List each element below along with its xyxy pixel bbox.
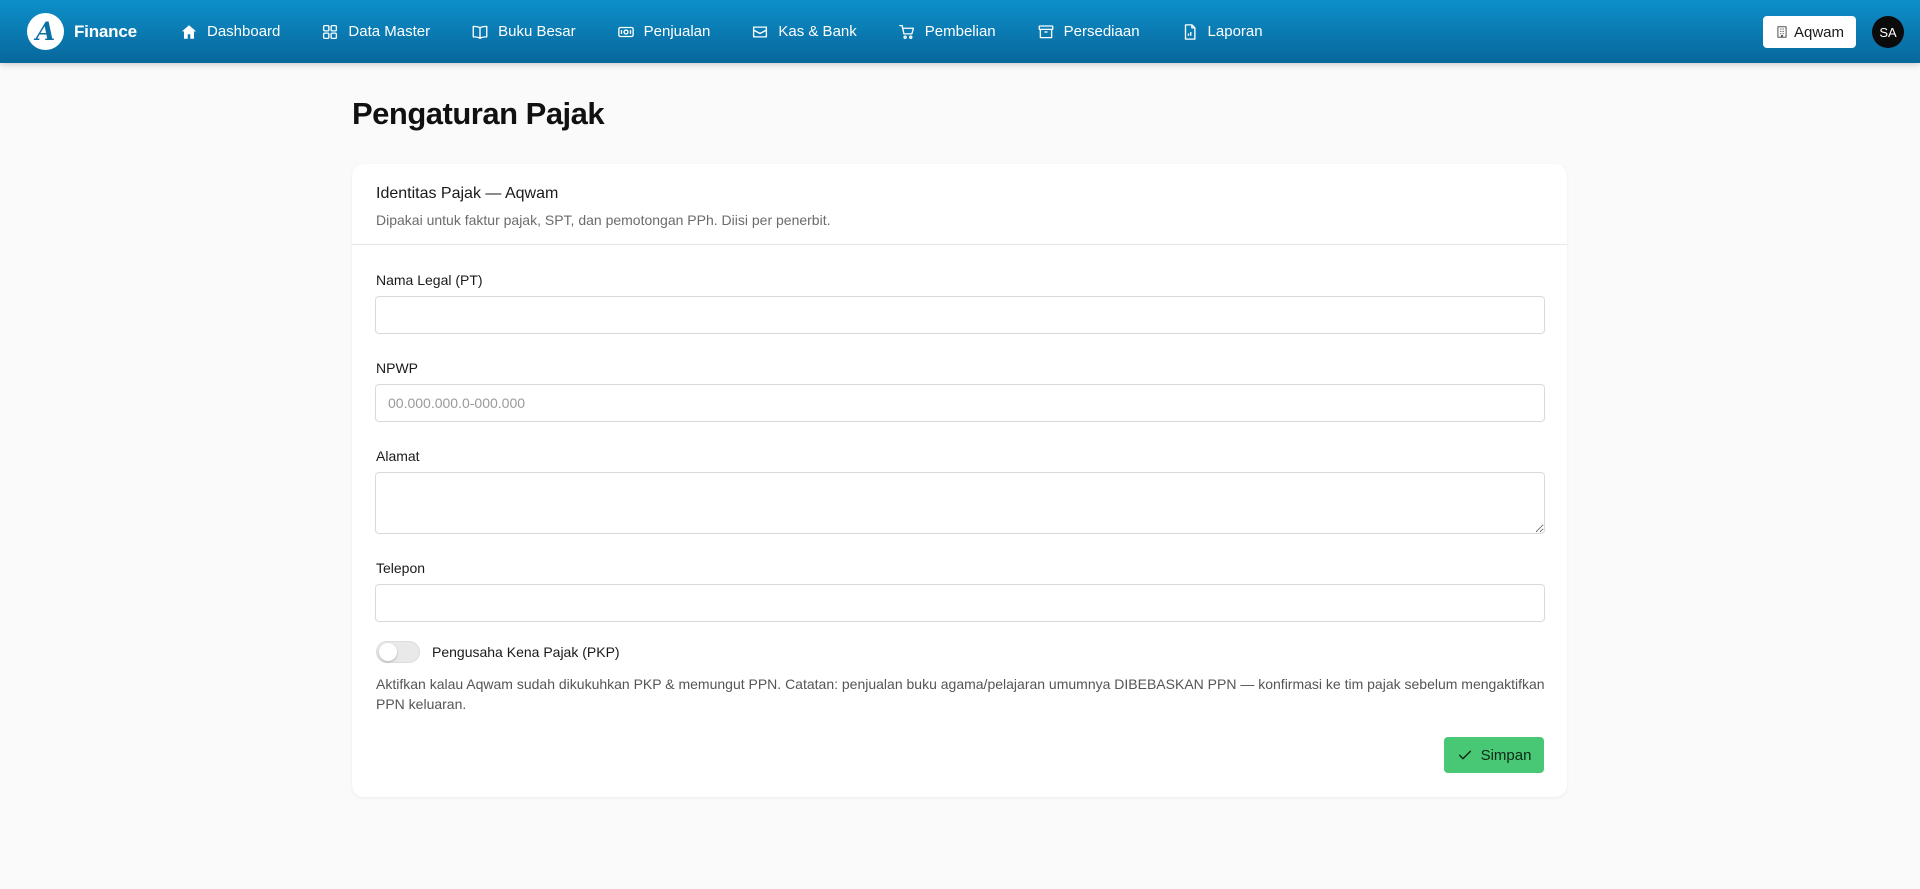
phone-label: Telepon <box>376 560 426 576</box>
pkp-toggle[interactable] <box>376 641 420 663</box>
card-title: Identitas Pajak — Aqwam <box>376 185 559 202</box>
organization-name: Aqwam <box>1793 23 1845 41</box>
save-button[interactable]: Simpan <box>1444 737 1544 773</box>
nav-item-penjualan[interactable]: Penjualan <box>617 0 711 63</box>
nav-item-label: Penjualan <box>643 23 711 40</box>
cart-icon <box>898 23 916 41</box>
brand-name: Finance <box>74 21 137 41</box>
nav-item-persediaan[interactable]: Persediaan <box>1037 0 1140 63</box>
legal-name-input[interactable] <box>375 296 1545 334</box>
banknote-icon <box>617 23 635 41</box>
nav-item-laporan[interactable]: Laporan <box>1181 0 1263 63</box>
pkp-help-text: Aktifkan kalau Aqwam sudah dikukuhkan PK… <box>376 676 1545 712</box>
brand-logo: A <box>27 13 64 50</box>
main-nav: Dashboard Data Master Buku Besar Penjual… <box>180 0 1304 63</box>
phone-input[interactable] <box>375 584 1545 622</box>
wallet-icon <box>751 23 769 41</box>
brand[interactable]: A Finance <box>27 13 137 50</box>
archive-icon <box>1037 23 1055 41</box>
nav-item-label: Data Master <box>348 23 431 40</box>
pkp-toggle-label: Pengusaha Kena Pajak (PKP) <box>432 644 620 660</box>
home-icon <box>180 23 198 41</box>
nav-item-label: Buku Besar <box>498 23 576 40</box>
nav-item-data-master[interactable]: Data Master <box>321 0 430 63</box>
npwp-input[interactable] <box>375 384 1545 422</box>
card-header: Identitas Pajak — Aqwam Dipakai untuk fa… <box>352 164 1567 245</box>
npwp-label: NPWP <box>376 360 418 376</box>
nav-item-buku-besar[interactable]: Buku Besar <box>471 0 576 63</box>
nav-item-pembelian[interactable]: Pembelian <box>898 0 996 63</box>
tax-identity-card: Identitas Pajak — Aqwam Dipakai untuk fa… <box>352 164 1567 797</box>
nav-item-dashboard[interactable]: Dashboard <box>180 0 280 63</box>
page-title: Pengaturan Pajak <box>352 96 605 131</box>
nav-item-label: Kas & Bank <box>778 23 857 40</box>
card-subtitle: Dipakai untuk faktur pajak, SPT, dan pem… <box>376 212 831 228</box>
legal-name-label: Nama Legal (PT) <box>376 272 483 288</box>
address-textarea[interactable] <box>375 472 1545 534</box>
nav-item-kas-bank[interactable]: Kas & Bank <box>751 0 857 63</box>
check-icon <box>1457 747 1473 763</box>
user-avatar[interactable]: SA <box>1872 16 1904 48</box>
nav-item-label: Laporan <box>1207 23 1263 40</box>
organization-switcher-button[interactable]: Aqwam <box>1763 16 1856 48</box>
building-icon <box>1775 25 1789 39</box>
top-navbar: A Finance Dashboard Data Master Buku Bes… <box>0 0 1920 63</box>
nav-item-label: Dashboard <box>207 23 281 40</box>
save-button-label: Simpan <box>1480 746 1532 764</box>
grid-icon <box>321 23 339 41</box>
address-label: Alamat <box>376 448 420 464</box>
pkp-toggle-row: Pengusaha Kena Pajak (PKP) <box>376 641 620 663</box>
nav-item-label: Persediaan <box>1063 23 1140 40</box>
book-icon <box>471 23 489 41</box>
nav-item-label: Pembelian <box>924 23 996 40</box>
report-icon <box>1181 23 1199 41</box>
pkp-toggle-knob <box>379 643 397 661</box>
